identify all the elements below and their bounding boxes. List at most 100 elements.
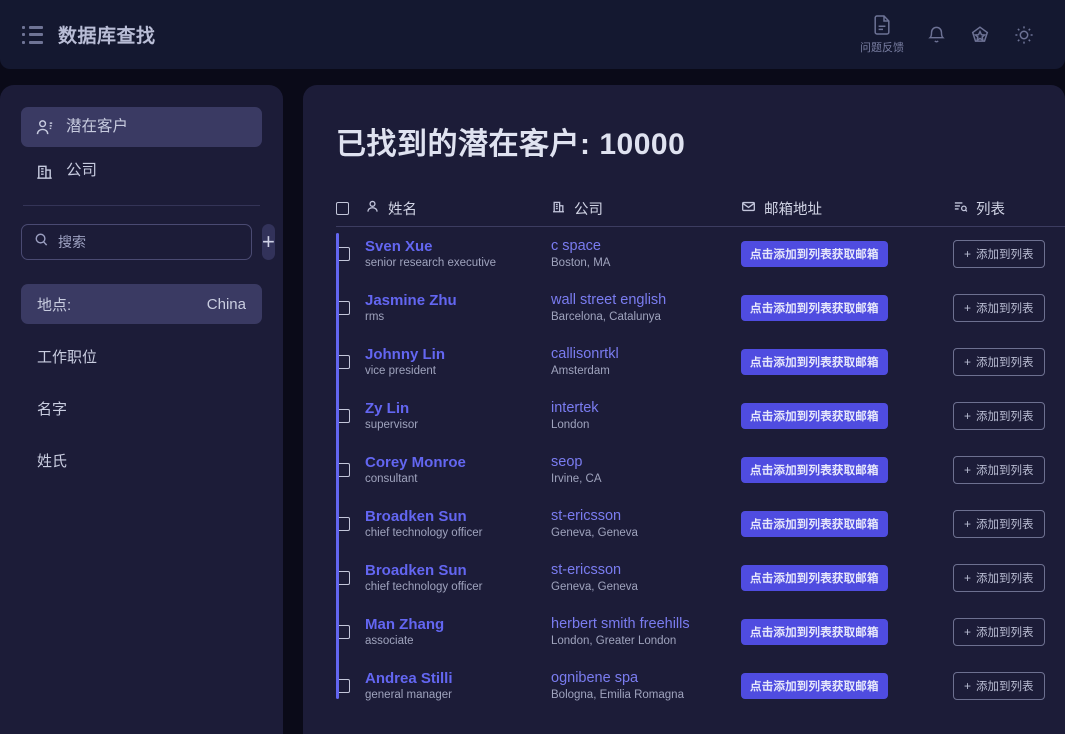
add-to-list-button[interactable]: + 添加到列表 bbox=[953, 564, 1045, 592]
reveal-email-button[interactable]: 点击添加到列表获取邮箱 bbox=[741, 673, 888, 699]
company-link[interactable]: c space bbox=[551, 238, 741, 254]
company-link[interactable]: callisonrtkl bbox=[551, 346, 741, 362]
select-all-checkbox[interactable] bbox=[336, 202, 349, 215]
lead-name-link[interactable]: Broadken Sun bbox=[365, 508, 551, 525]
row-checkbox[interactable] bbox=[336, 571, 350, 585]
top-bar-actions: 问题反馈 bbox=[860, 14, 1043, 55]
company-cell: st-ericsson Geneva, Geneva bbox=[551, 508, 741, 540]
company-location: Geneva, Geneva bbox=[551, 527, 638, 540]
company-cell: c space Boston, MA bbox=[551, 238, 741, 269]
company-link[interactable]: st-ericsson bbox=[551, 508, 741, 524]
list-cell: + 添加到列表 bbox=[953, 240, 1065, 268]
sidebar-item-companies-label: 公司 bbox=[66, 162, 98, 180]
row-checkbox[interactable] bbox=[336, 679, 350, 693]
column-header-email[interactable]: 邮箱地址 bbox=[741, 198, 953, 219]
lead-name-link[interactable]: Zy Lin bbox=[365, 400, 551, 417]
document-feedback-icon bbox=[872, 14, 892, 36]
plus-icon: + bbox=[964, 517, 972, 531]
column-header-company[interactable]: 公司 bbox=[551, 198, 741, 219]
add-to-list-label: 添加到列表 bbox=[976, 249, 1034, 261]
feedback-button[interactable]: 问题反馈 bbox=[860, 14, 904, 55]
lead-name-link[interactable]: Andrea Stilli bbox=[365, 670, 551, 687]
notifications-button[interactable] bbox=[926, 24, 947, 46]
row-select-cell bbox=[336, 625, 365, 639]
list-cell: + 添加到列表 bbox=[953, 348, 1065, 376]
lead-title: associate bbox=[365, 635, 414, 648]
reveal-email-button[interactable]: 点击添加到列表获取邮箱 bbox=[741, 511, 888, 537]
add-to-list-button[interactable]: + 添加到列表 bbox=[953, 402, 1045, 430]
add-to-list-button[interactable]: + 添加到列表 bbox=[953, 294, 1045, 322]
company-cell: callisonrtkl Amsterdam bbox=[551, 346, 741, 377]
row-checkbox[interactable] bbox=[336, 625, 350, 639]
person-lead-icon bbox=[35, 118, 54, 137]
company-link[interactable]: intertek bbox=[551, 400, 741, 416]
row-select-cell bbox=[336, 679, 365, 693]
add-to-list-button[interactable]: + 添加到列表 bbox=[953, 240, 1045, 268]
reveal-email-button[interactable]: 点击添加到列表获取邮箱 bbox=[741, 619, 888, 645]
sidebar-item-companies[interactable]: 公司 bbox=[21, 151, 262, 191]
badge-button[interactable] bbox=[969, 24, 991, 46]
add-to-list-label: 添加到列表 bbox=[976, 573, 1034, 585]
reveal-email-button[interactable]: 点击添加到列表获取邮箱 bbox=[741, 565, 888, 591]
list-menu-icon[interactable] bbox=[22, 25, 44, 44]
envelope-icon bbox=[741, 199, 756, 218]
reveal-email-button[interactable]: 点击添加到列表获取邮箱 bbox=[741, 457, 888, 483]
lead-name-link[interactable]: Man Zhang bbox=[365, 616, 551, 633]
add-to-list-button[interactable]: + 添加到列表 bbox=[953, 510, 1045, 538]
reveal-email-button[interactable]: 点击添加到列表获取邮箱 bbox=[741, 295, 888, 321]
lead-title: senior research executive bbox=[365, 257, 497, 270]
lead-title: chief technology officer bbox=[365, 581, 483, 594]
filter-location[interactable]: 地点: China bbox=[21, 284, 262, 324]
add-to-list-button[interactable]: + 添加到列表 bbox=[953, 672, 1045, 700]
reveal-email-button[interactable]: 点击添加到列表获取邮箱 bbox=[741, 241, 888, 267]
company-link[interactable]: st-ericsson bbox=[551, 562, 741, 578]
row-checkbox[interactable] bbox=[336, 409, 350, 423]
add-to-list-label: 添加到列表 bbox=[976, 411, 1034, 423]
filter-job-title[interactable]: 工作职位 bbox=[21, 336, 262, 376]
app-root: 数据库查找 问题反馈 潜在客户 公司 搜索 + 地点: China 工作职位 名… bbox=[0, 0, 1065, 734]
company-link[interactable]: wall street english bbox=[551, 292, 741, 308]
filter-last-name[interactable]: 姓氏 bbox=[21, 440, 262, 480]
search-box[interactable] bbox=[21, 224, 252, 260]
company-cell: ognibene spa Bologna, Emilia Romagna bbox=[551, 670, 741, 701]
lead-name-link[interactable]: Johnny Lin bbox=[365, 346, 551, 363]
row-checkbox[interactable] bbox=[336, 301, 350, 315]
row-checkbox[interactable] bbox=[336, 517, 350, 531]
company-cell: st-ericsson Geneva, Geneva bbox=[551, 562, 741, 594]
reveal-email-button[interactable]: 点击添加到列表获取邮箱 bbox=[741, 349, 888, 375]
lead-name-link[interactable]: Corey Monroe bbox=[365, 454, 551, 471]
add-to-list-button[interactable]: + 添加到列表 bbox=[953, 456, 1045, 484]
filter-location-label: 地点: bbox=[37, 296, 72, 314]
row-checkbox[interactable] bbox=[336, 247, 350, 261]
row-checkbox[interactable] bbox=[336, 463, 350, 477]
company-location: Barcelona, Catalunya bbox=[551, 311, 661, 324]
company-link[interactable]: herbert smith freehills bbox=[551, 616, 741, 632]
filter-job-title-label: 工作职位 bbox=[37, 348, 98, 366]
row-checkbox[interactable] bbox=[336, 355, 350, 369]
add-filter-button[interactable]: + bbox=[262, 224, 275, 260]
sidebar-search-row: + bbox=[21, 224, 275, 260]
filter-first-name[interactable]: 名字 bbox=[21, 388, 262, 428]
leads-table: 姓名 公司 邮箱地址 列表 Sven Xue senior research e… bbox=[303, 191, 1065, 713]
table-row: Johnny Lin vice president callisonrtkl A… bbox=[336, 335, 1065, 389]
company-link[interactable]: ognibene spa bbox=[551, 670, 741, 686]
add-to-list-button[interactable]: + 添加到列表 bbox=[953, 618, 1045, 646]
table-body: Sven Xue senior research executive c spa… bbox=[336, 227, 1065, 713]
table-row: Broadken Sun chief technology officer st… bbox=[336, 497, 1065, 551]
company-location: Geneva, Geneva bbox=[551, 581, 638, 594]
column-header-list[interactable]: 列表 bbox=[953, 198, 1065, 219]
lead-name-link[interactable]: Jasmine Zhu bbox=[365, 292, 551, 309]
company-cell: intertek London bbox=[551, 400, 741, 431]
add-to-list-label: 添加到列表 bbox=[976, 681, 1034, 693]
lead-name-link[interactable]: Sven Xue bbox=[365, 238, 551, 255]
column-header-name[interactable]: 姓名 bbox=[365, 198, 551, 219]
pentagon-badge-icon bbox=[969, 24, 991, 46]
lead-name-link[interactable]: Broadken Sun bbox=[365, 562, 551, 579]
search-icon bbox=[34, 232, 49, 252]
sidebar-item-leads[interactable]: 潜在客户 bbox=[21, 107, 262, 147]
theme-toggle-button[interactable] bbox=[1013, 24, 1035, 46]
search-input[interactable] bbox=[58, 234, 239, 250]
company-link[interactable]: seop bbox=[551, 454, 741, 470]
reveal-email-button[interactable]: 点击添加到列表获取邮箱 bbox=[741, 403, 888, 429]
add-to-list-button[interactable]: + 添加到列表 bbox=[953, 348, 1045, 376]
